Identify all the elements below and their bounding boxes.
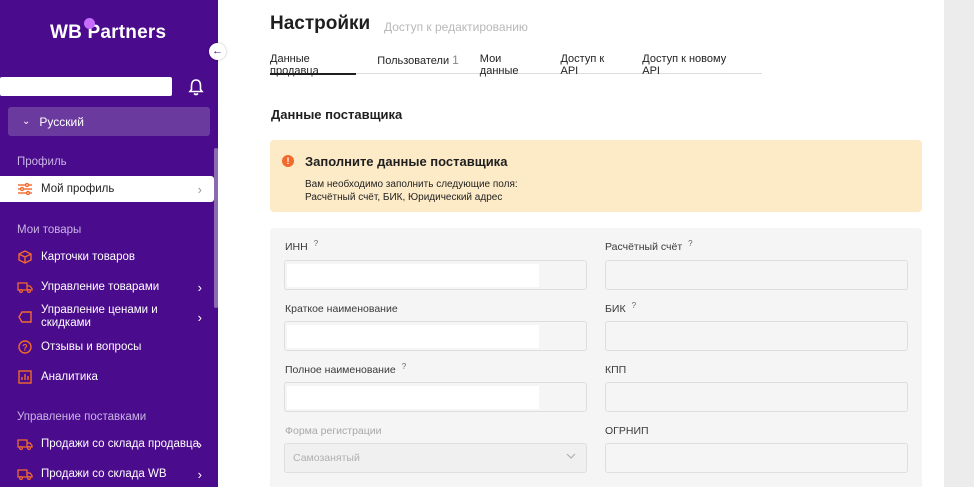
language-select[interactable]: ⌄ Русский <box>8 107 210 136</box>
warning-icon: ! <box>282 155 294 167</box>
inn-label: ИНН? <box>285 239 319 253</box>
tab-my-data[interactable]: Мои данные <box>480 50 540 77</box>
section-title: Данные поставщика <box>271 107 403 122</box>
svg-text:?: ? <box>22 343 28 353</box>
alert-line-2: Расчётный счёт, БИК, Юридический адрес <box>305 192 503 203</box>
sidebar: WB Partners ⌄ Русский Профиль Мой профил… <box>0 0 218 487</box>
reg-form-label: Форма регистрации <box>285 425 382 437</box>
ogrnip-field[interactable] <box>605 443 908 473</box>
account-field[interactable] <box>605 260 908 290</box>
inn-field[interactable] <box>284 260 587 290</box>
supplier-form: ИНН? Расчётный счёт? Краткое наименовани… <box>270 228 922 487</box>
sidebar-item-cards[interactable]: Карточки товаров <box>0 244 214 270</box>
tab-users-count: 1 <box>452 53 459 67</box>
tab-users[interactable]: Пользователи 1 <box>377 50 458 74</box>
tab-seller-data[interactable]: Данные продавца <box>270 50 357 77</box>
logo-text: WB Partners <box>50 22 167 43</box>
account-label: Расчётный счёт? <box>605 239 693 253</box>
sidebar-item-reviews[interactable]: ? Отзывы и вопросы <box>0 334 214 360</box>
sidebar-item-wb-warehouse[interactable]: Продажи со склада WB › <box>0 461 214 487</box>
help-icon[interactable]: ? <box>314 239 318 248</box>
logo-dot <box>84 18 95 29</box>
help-icon[interactable]: ? <box>632 301 636 310</box>
bik-field[interactable] <box>605 321 908 351</box>
tab-new-api-access[interactable]: Доступ к новому API <box>642 50 741 77</box>
chevron-right-icon: › <box>197 466 202 482</box>
chevron-down-icon: ⌄ <box>22 116 31 127</box>
page-title: Настройки <box>270 13 371 34</box>
ogrnip-label: ОГРНИП <box>605 425 649 437</box>
chevron-right-icon: › <box>197 309 202 325</box>
help-icon[interactable]: ? <box>402 362 406 371</box>
reg-form-value: Самозанятый <box>293 452 360 464</box>
full-name-value <box>287 386 539 409</box>
sidebar-item-seller-warehouse[interactable]: Продажи со склада продавца › <box>0 431 214 457</box>
chevron-right-icon: › <box>197 181 202 197</box>
sidebar-item-label: Карточки товаров <box>41 251 135 263</box>
page-margin <box>944 0 974 487</box>
tag-icon <box>17 309 33 325</box>
language-label: Русский <box>39 114 84 129</box>
sidebar-item-goods-management[interactable]: Управление товарами › <box>0 274 214 300</box>
short-name-value <box>287 325 539 348</box>
tab-api-access[interactable]: Доступ к API <box>560 50 621 77</box>
sidebar-item-label: Мой профиль <box>41 183 115 195</box>
inn-value <box>287 264 539 287</box>
section-goods: Мои товары <box>17 224 82 236</box>
chart-icon <box>17 369 33 385</box>
sidebar-item-label: Управление ценами и скидками <box>41 304 158 329</box>
full-name-label: Полное наименование? <box>285 362 407 376</box>
section-profile: Профиль <box>17 156 67 168</box>
chevron-right-icon: › <box>197 279 202 295</box>
section-supply: Управление поставками <box>17 411 147 423</box>
help-icon[interactable]: ? <box>688 239 692 248</box>
sidebar-item-prices[interactable]: Управление ценами и скидками › <box>0 301 214 333</box>
short-name-field[interactable] <box>284 321 587 351</box>
sidebar-item-label: Аналитика <box>41 371 98 383</box>
tabs: Данные продавца Пользователи 1 Мои данные… <box>270 50 762 77</box>
truck-icon <box>17 279 33 295</box>
search-input[interactable] <box>0 77 172 96</box>
alert-title: Заполните данные поставщика <box>305 154 508 169</box>
question-icon: ? <box>17 339 33 355</box>
truck-icon <box>17 466 33 482</box>
chevron-down-icon <box>566 453 576 459</box>
sidebar-item-my-profile[interactable]: Мой профиль › <box>0 176 214 202</box>
short-name-label: Краткое наименование <box>285 303 398 315</box>
kpp-label: КПП <box>605 364 627 376</box>
sliders-icon <box>17 181 33 197</box>
bell-icon[interactable] <box>188 78 204 96</box>
bik-label: БИК? <box>605 301 637 315</box>
full-name-field[interactable] <box>284 382 587 412</box>
sidebar-item-analytics[interactable]: Аналитика <box>0 364 214 390</box>
sidebar-item-label: Продажи со склада продавца <box>41 438 199 450</box>
arrow-left-icon: ← <box>212 45 223 57</box>
sidebar-item-label: Управление товарами <box>41 281 160 293</box>
page-subtitle: Доступ к редактированию <box>384 20 528 34</box>
collapse-sidebar-button[interactable]: ← <box>209 43 226 60</box>
main-content: Настройки Доступ к редактированию Данные… <box>218 0 944 487</box>
kpp-field[interactable] <box>605 382 908 412</box>
chevron-right-icon: › <box>197 436 202 452</box>
warning-alert: ! Заполните данные поставщика Вам необхо… <box>270 140 922 212</box>
sidebar-item-label: Продажи со склада WB <box>41 468 167 480</box>
sidebar-item-label: Отзывы и вопросы <box>41 341 142 353</box>
truck-icon <box>17 436 33 452</box>
logo[interactable]: WB Partners <box>50 18 167 44</box>
box-icon <box>17 249 33 265</box>
reg-form-select[interactable]: Самозанятый <box>284 443 587 473</box>
alert-line-1: Вам необходимо заполнить следующие поля: <box>305 179 518 190</box>
